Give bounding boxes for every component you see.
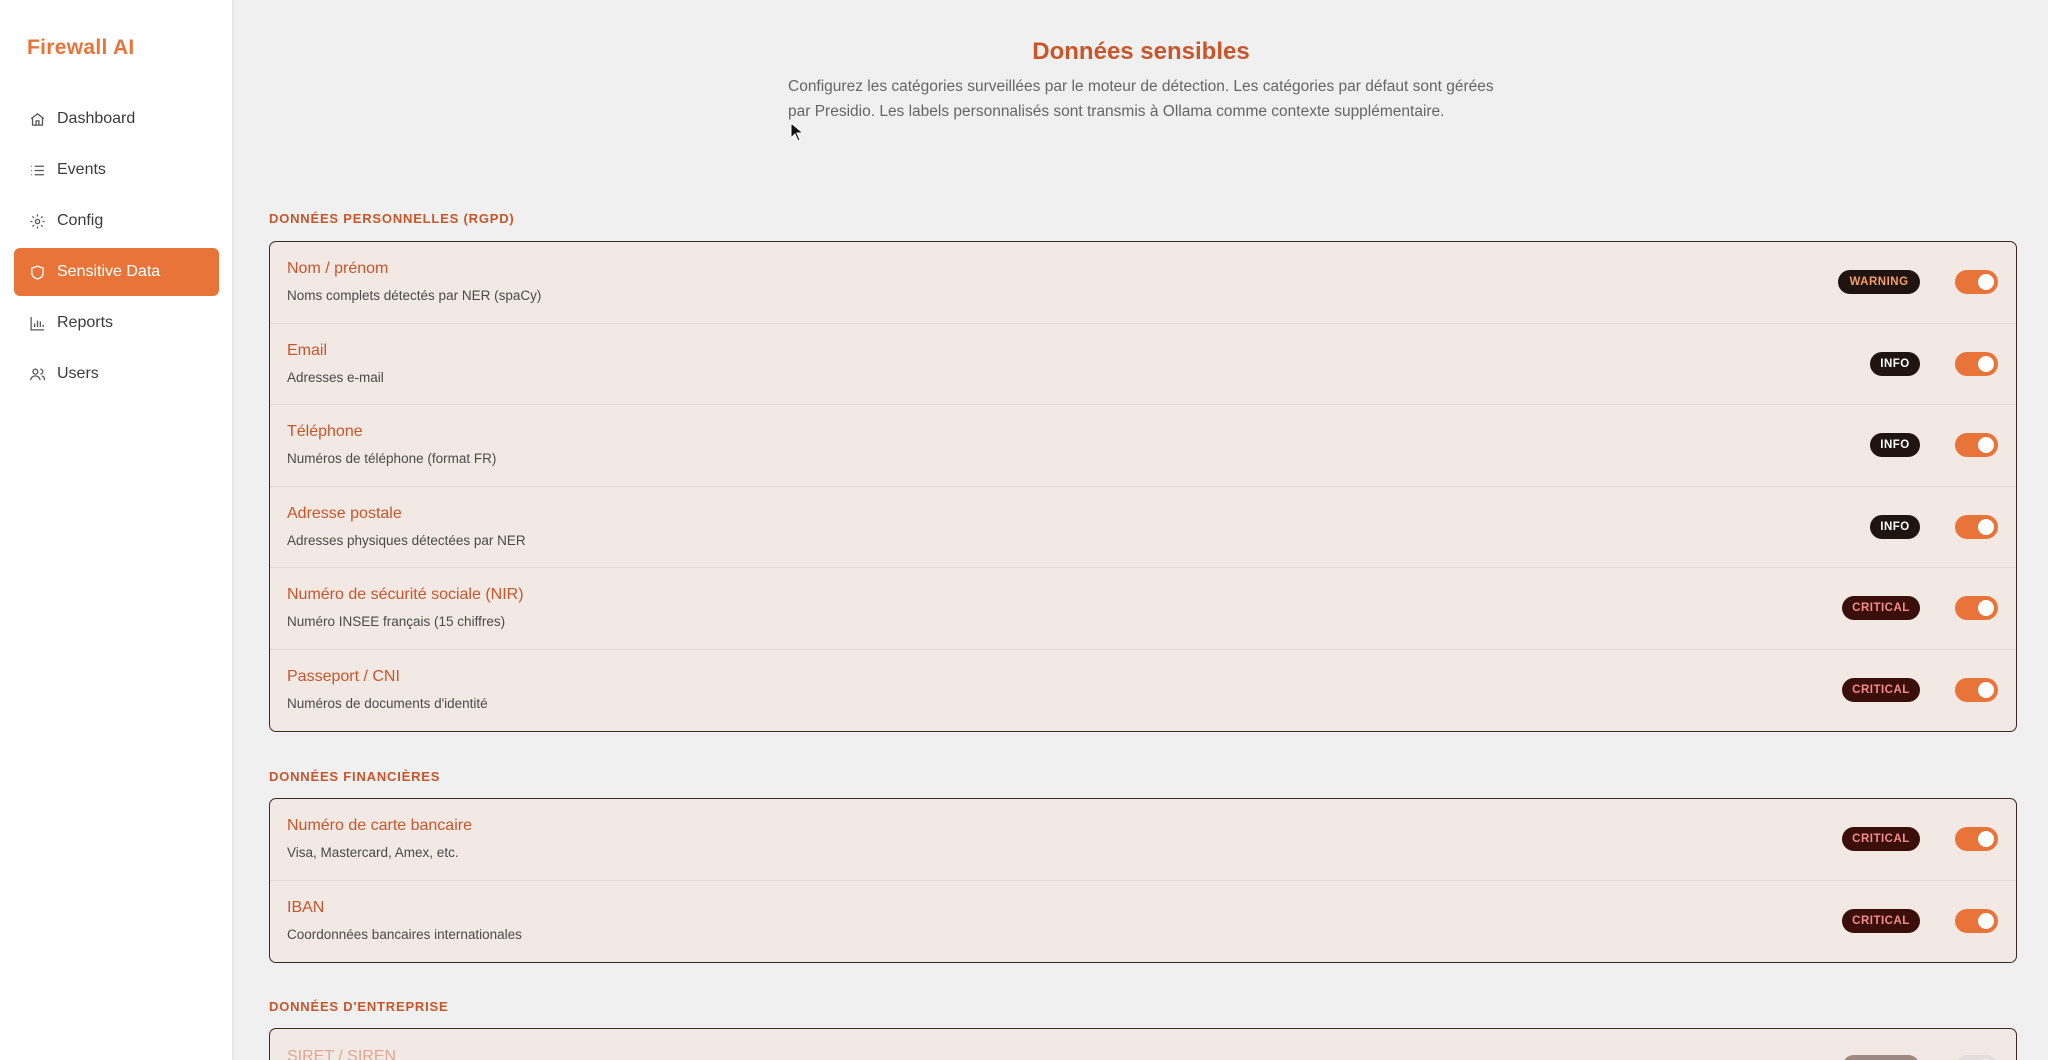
list-icon — [28, 161, 46, 179]
sidebar-nav: Dashboard Events Config Sensitive Data R… — [14, 95, 219, 401]
sidebar-item-label: Sensitive Data — [57, 263, 161, 280]
sidebar-item-config[interactable]: Config — [14, 197, 219, 245]
sidebar-item-label: Users — [57, 365, 99, 382]
main-content: Données sensibles Configurez les catégor… — [234, 0, 2048, 1060]
mouse-cursor-icon — [790, 122, 804, 142]
severity-badge: INFO — [1870, 351, 1920, 376]
enable-toggle[interactable] — [1955, 677, 1998, 702]
sidebar-item-reports[interactable]: Reports — [14, 299, 219, 347]
sidebar-item-label: Config — [57, 212, 104, 229]
category-name: Nom / prénom — [287, 260, 389, 277]
list-item: Téléphone Numéros de téléphone (format F… — [270, 405, 2016, 487]
severity-badge: CRITICAL — [1842, 827, 1920, 851]
severity-badge: INFO — [1870, 433, 1920, 457]
toggle-knob — [1978, 831, 1994, 847]
sidebar-item-label: Dashboard — [57, 110, 136, 127]
severity-badge: WARNING — [1838, 270, 1920, 294]
toggle-knob — [1978, 600, 1994, 616]
category-name: Téléphone — [287, 423, 363, 440]
bar-chart-icon — [28, 314, 46, 332]
home-icon — [28, 110, 46, 128]
list-item: Numéro de carte bancaire Visa, Mastercar… — [270, 799, 2016, 881]
category-description: Adresses physiques détectées par NER — [287, 532, 526, 548]
section-title-enterprise: DONNÉES D'ENTREPRISE — [269, 999, 449, 1014]
severity-badge: INFO — [1870, 514, 1920, 539]
category-description: Noms complets détectés par NER (spaCy) — [287, 288, 542, 303]
sidebar-item-events[interactable]: Events — [14, 146, 219, 194]
sidebar-item-dashboard[interactable]: Dashboard — [14, 95, 219, 143]
severity-badge — [1842, 1055, 1920, 1060]
category-description: Numéros de documents d'identité — [287, 695, 488, 711]
toggle-knob — [1978, 681, 1994, 698]
section-card-personal: Nom / prénom Noms complets détectés par … — [269, 241, 2017, 732]
toggle-knob — [1978, 437, 1994, 453]
enable-toggle[interactable] — [1955, 433, 1998, 457]
sidebar-item-sensitive-data[interactable]: Sensitive Data — [14, 248, 219, 296]
severity-badge: CRITICAL — [1842, 908, 1920, 933]
toggle-knob — [1978, 518, 1994, 535]
toggle-knob — [1978, 274, 1994, 290]
category-name: Passeport / CNI — [287, 667, 400, 685]
sidebar-item-users[interactable]: Users — [14, 350, 219, 398]
category-description: Numéros de téléphone (format FR) — [287, 451, 497, 466]
category-description: Adresses e-mail — [287, 369, 384, 385]
users-icon — [28, 365, 46, 383]
enable-toggle[interactable] — [1955, 1055, 1998, 1060]
page-description: Configurez les catégories surveillées pa… — [788, 78, 1494, 120]
category-name: Numéro de carte bancaire — [287, 817, 472, 834]
enable-toggle[interactable] — [1955, 827, 1998, 851]
category-description: Coordonnées bancaires internationales — [287, 926, 522, 942]
list-item: IBAN Coordonnées bancaires international… — [270, 881, 2016, 963]
section-title-financial: DONNÉES FINANCIÈRES — [269, 769, 441, 784]
sidebar-item-label: Events — [57, 161, 106, 178]
severity-badge: CRITICAL — [1842, 596, 1920, 620]
sidebar: Firewall AI Dashboard Events Config Sens… — [0, 0, 233, 1060]
list-item: Nom / prénom Noms complets détectés par … — [270, 242, 2016, 324]
section-title-personal: DONNÉES PERSONNELLES (RGPD) — [269, 211, 515, 226]
sidebar-item-label: Reports — [57, 314, 114, 331]
page-title: Données sensibles — [1032, 38, 1250, 65]
category-name: Adresse postale — [287, 504, 402, 522]
list-item: SIRET / SIREN — [270, 1029, 2016, 1060]
shield-icon — [28, 263, 46, 281]
severity-badge: CRITICAL — [1842, 677, 1920, 702]
enable-toggle[interactable] — [1955, 596, 1998, 620]
enable-toggle[interactable] — [1955, 270, 1998, 294]
list-item: Adresse postale Adresses physiques détec… — [270, 487, 2016, 568]
section-card-enterprise: SIRET / SIREN — [269, 1028, 2017, 1060]
enable-toggle[interactable] — [1955, 908, 1998, 933]
category-name: Numéro de sécurité sociale (NIR) — [287, 586, 524, 603]
category-description: Numéro INSEE français (15 chiffres) — [287, 614, 506, 629]
category-name: IBAN — [287, 898, 325, 916]
enable-toggle[interactable] — [1955, 514, 1998, 539]
list-item: Email Adresses e-mail INFO — [270, 324, 2016, 405]
brand-logo[interactable]: Firewall AI — [27, 36, 135, 60]
toggle-knob — [1978, 912, 1994, 929]
gear-icon — [28, 212, 46, 230]
enable-toggle[interactable] — [1955, 351, 1998, 376]
section-card-financial: Numéro de carte bancaire Visa, Mastercar… — [269, 798, 2017, 963]
category-name: Email — [287, 341, 328, 359]
category-description: Visa, Mastercard, Amex, etc. — [287, 845, 459, 860]
category-name: SIRET / SIREN — [287, 1048, 397, 1060]
toggle-knob — [1978, 355, 1994, 372]
list-item: Passeport / CNI Numéros de documents d'i… — [270, 650, 2016, 732]
list-item: Numéro de sécurité sociale (NIR) Numéro … — [270, 568, 2016, 650]
